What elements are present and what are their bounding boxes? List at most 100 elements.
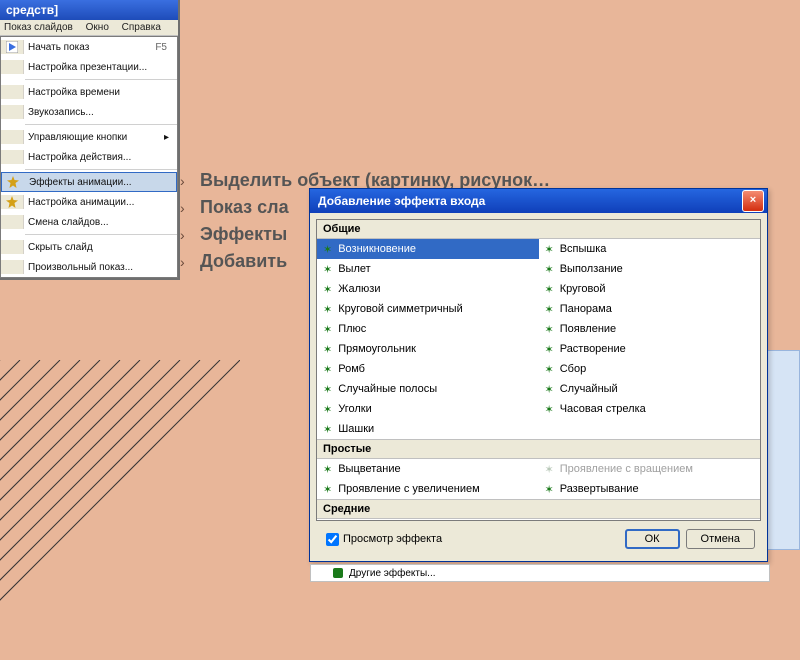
effects-section-header: Простые [317, 439, 760, 459]
effect-item[interactable]: ✶ Круговой симметричный [317, 299, 539, 319]
bullet-text: Показ сла [200, 197, 289, 218]
effect-item[interactable]: ✶Ромб [317, 359, 539, 379]
blank-icon [1, 260, 24, 274]
effect-item[interactable]: ✶Часовая стрелка [539, 399, 761, 419]
menu-separator [25, 79, 177, 80]
effect-item[interactable]: ✶Круговой [539, 279, 761, 299]
effect-label: Плюс [338, 323, 366, 335]
effect-label: Круговой симметричный [338, 303, 463, 315]
other-effects-bar[interactable]: Другие эффекты... [310, 564, 770, 582]
effect-star-icon: ✶ [545, 263, 554, 276]
menu-item[interactable]: Настройка действия... [1, 147, 177, 167]
effect-star-icon: ✶ [545, 243, 554, 256]
effect-item[interactable]: ✶Выползание [539, 259, 761, 279]
effect-item[interactable]: ✶Случайный [539, 379, 761, 399]
effect-item[interactable]: ✶Появление [539, 319, 761, 339]
bullet-marker-icon: › [180, 254, 190, 270]
menubar: Показ слайдов Окно Справка [0, 20, 178, 36]
effect-item[interactable]: ✶Проявление с увеличением [317, 479, 539, 499]
effect-star-icon: ✶ [545, 303, 554, 316]
menu-item[interactable]: Управляющие кнопки▸ [1, 127, 177, 147]
menubar-item-help[interactable]: Справка [122, 22, 161, 33]
effect-item[interactable]: ✶Развертывание [539, 479, 761, 499]
menu-item-shortcut: F5 [155, 42, 173, 53]
dialog-titlebar: Добавление эффекта входа × [310, 189, 767, 213]
menu-separator [25, 234, 177, 235]
effect-label: Жалюзи [338, 283, 380, 295]
cancel-button[interactable]: Отмена [686, 529, 755, 549]
effect-item[interactable]: ✶ Вылет [317, 259, 539, 279]
effect-star-icon: ✶ [323, 463, 332, 476]
bullet-text: Эффекты [200, 224, 287, 245]
menu-item[interactable]: Настройка презентации... [1, 57, 177, 77]
effect-item[interactable]: ✶Шашки [317, 419, 539, 439]
diagonal-decoration [0, 360, 240, 660]
menu-separator [25, 169, 177, 170]
blank-icon [1, 130, 24, 144]
star-icon [2, 175, 25, 189]
menu-item[interactable]: Настройка времени [1, 82, 177, 102]
effect-label: Вылет [338, 263, 370, 275]
effect-item[interactable]: ✶Случайные полосы [317, 379, 539, 399]
menu-item-label: Управляющие кнопки [28, 132, 164, 143]
menu-item[interactable]: Звукозапись... [1, 102, 177, 122]
effect-star-icon: ✶ [545, 343, 554, 356]
effect-label: Сбор [560, 363, 586, 375]
effect-star-icon: ✶ [545, 483, 554, 496]
effect-item[interactable]: ✶Растворение [539, 339, 761, 359]
dialog-body: Общие✶Возникновение✶Вспышка✶Вылет✶Выполз… [310, 213, 767, 561]
ok-button[interactable]: ОК [625, 529, 680, 549]
effect-star-icon: ✶ [323, 303, 332, 316]
menu-item[interactable]: Эффекты анимации... [1, 172, 177, 192]
blank-icon [1, 215, 24, 229]
menubar-item-window[interactable]: Окно [86, 22, 109, 33]
effects-list: Общие✶Возникновение✶Вспышка✶Вылет✶Выполз… [316, 219, 761, 521]
effect-item[interactable]: ✶ Сбор [539, 359, 761, 379]
slideshow-menu-window: средств] Показ слайдов Окно Справка Нача… [0, 0, 180, 280]
effects-section-header: Общие [317, 220, 760, 239]
window-titlebar: средств] [0, 0, 178, 20]
effect-item[interactable]: ✶Вспышка [539, 239, 761, 259]
effect-item[interactable]: ✶Прямоугольник [317, 339, 539, 359]
effects-grid: ✶Выцветание✶Проявление с вращением✶Прояв… [317, 459, 760, 499]
submenu-arrow-icon: ▸ [164, 132, 173, 143]
menu-item[interactable]: Смена слайдов... [1, 212, 177, 232]
effect-item[interactable]: ✶Жалюзи [317, 279, 539, 299]
menu-item-label: Звукозапись... [28, 107, 173, 118]
blank-icon [1, 240, 24, 254]
preview-checkbox[interactable] [326, 533, 339, 546]
effect-item[interactable]: ✶ Плюс [317, 319, 539, 339]
menu-item[interactable]: Скрыть слайд [1, 237, 177, 257]
dialog-footer: Просмотр эффекта ОК Отмена [316, 521, 761, 555]
effect-star-icon: ✶ [545, 403, 554, 416]
menu-item[interactable]: Начать показF5 [1, 37, 177, 57]
menubar-item-slideshow[interactable]: Показ слайдов [4, 22, 73, 33]
effect-item[interactable]: ✶Выцветание [317, 459, 539, 479]
effects-grid: ✶Возникновение✶Вспышка✶Вылет✶Выползание✶… [317, 239, 760, 439]
effect-star-icon: ✶ [323, 483, 332, 496]
blank-icon [1, 85, 24, 99]
effect-star-icon: ✶ [323, 383, 332, 396]
effect-star-icon: ✶ [323, 263, 332, 276]
menu-item-label: Скрыть слайд [28, 242, 173, 253]
menu-item[interactable]: Настройка анимации... [1, 192, 177, 212]
menu-separator [25, 124, 177, 125]
effect-label: Уголки [338, 403, 372, 415]
menu-item[interactable]: Произвольный показ... [1, 257, 177, 277]
menu-item-label: Настройка презентации... [28, 62, 173, 73]
effect-label: Прямоугольник [338, 343, 416, 355]
effect-item[interactable]: ✶Панорама [539, 299, 761, 319]
bullet-marker-icon: › [180, 173, 190, 189]
window-title: средств] [6, 3, 58, 17]
other-effects-label: Другие эффекты... [349, 568, 436, 579]
close-button[interactable]: × [742, 190, 764, 212]
effect-label: Шашки [338, 423, 374, 435]
effect-star-icon: ✶ [545, 363, 554, 376]
slideshow-dropdown: Начать показF5 Настройка презентации... На… [0, 36, 178, 278]
effect-item[interactable]: ✶Возникновение [317, 239, 539, 259]
preview-checkbox-label[interactable]: Просмотр эффекта [322, 530, 619, 549]
effect-star-icon: ✶ [323, 403, 332, 416]
effect-item[interactable]: ✶ Уголки [317, 399, 539, 419]
effect-label: Случайный [560, 383, 618, 395]
effect-star-icon: ✶ [323, 323, 332, 336]
